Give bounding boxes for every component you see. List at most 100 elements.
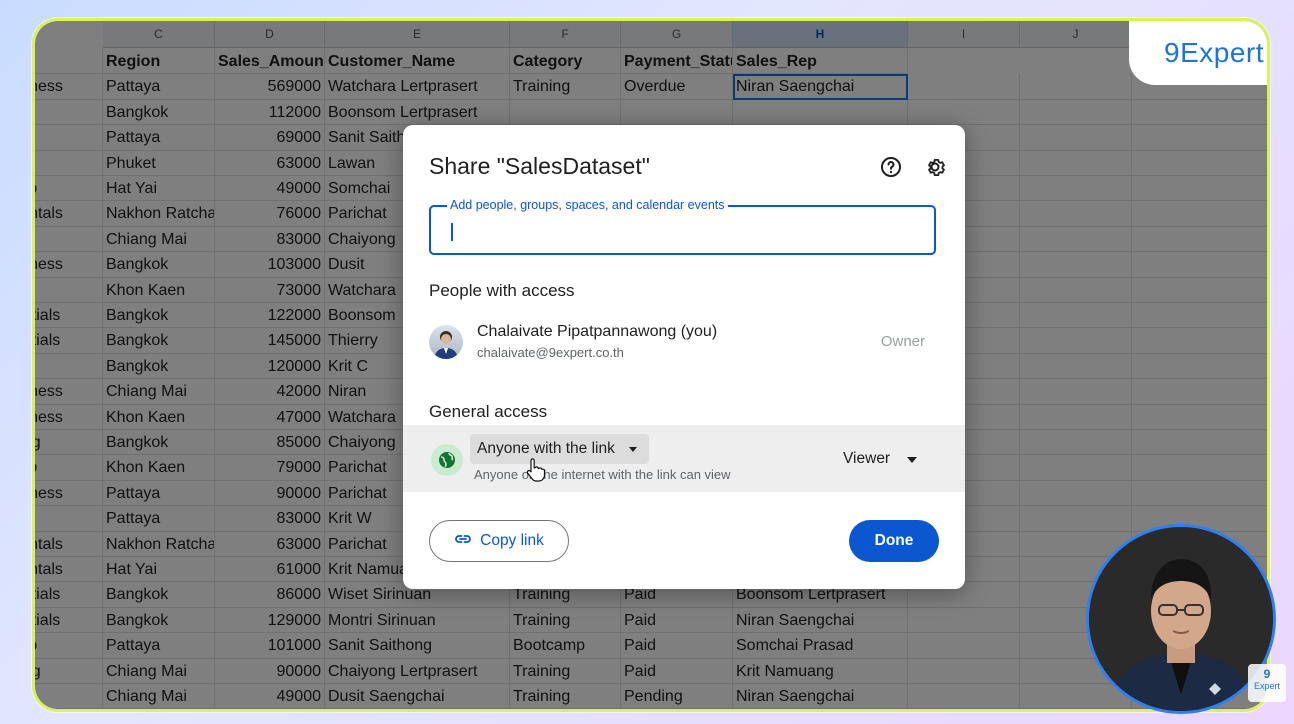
copy-link-button[interactable]: Copy link: [429, 520, 569, 562]
table-cell[interactable]: ssentials: [35, 607, 103, 634]
table-cell[interactable]: Paid: [621, 633, 733, 659]
table-cell[interactable]: Business: [35, 480, 103, 507]
empty-cell[interactable]: [1132, 405, 1267, 430]
table-cell[interactable]: Overdue: [621, 74, 733, 100]
table-cell[interactable]: Sanit Saithong: [325, 633, 510, 659]
table-cell[interactable]: Business: [35, 404, 103, 430]
table-cell[interactable]: 86000: [215, 582, 325, 608]
table-cell[interactable]: 90000: [215, 480, 325, 507]
table-cell[interactable]: 85000: [215, 430, 325, 456]
table-cell[interactable]: ed: [35, 226, 103, 253]
column-header-c[interactable]: C: [103, 21, 215, 48]
empty-cell[interactable]: [1020, 404, 1132, 430]
empty-cell[interactable]: [1132, 430, 1267, 456]
table-cell[interactable]: Hat Yai: [103, 176, 215, 202]
empty-cell[interactable]: [1020, 150, 1132, 176]
table-cell[interactable]: o: [35, 506, 103, 532]
table-cell[interactable]: Bangkok: [103, 430, 215, 456]
table-cell[interactable]: Pattaya: [103, 633, 215, 659]
empty-cell[interactable]: [1020, 480, 1132, 507]
empty-cell[interactable]: [1020, 379, 1132, 405]
link-access-dropdown[interactable]: Anyone with the link: [470, 434, 649, 464]
table-cell[interactable]: 145000: [215, 328, 325, 354]
empty-cell[interactable]: [908, 684, 1020, 709]
table-cell[interactable]: Chiang Mai: [103, 684, 215, 709]
empty-cell[interactable]: [1020, 226, 1132, 253]
table-cell[interactable]: Business: [35, 74, 103, 100]
table-cell[interactable]: ssentials: [35, 582, 103, 608]
table-cell[interactable]: 120000: [215, 353, 325, 380]
table-cell[interactable]: [733, 99, 908, 126]
empty-cell[interactable]: [1020, 455, 1132, 481]
empty-cell[interactable]: [1020, 125, 1132, 151]
table-cell[interactable]: 129000: [215, 607, 325, 634]
table-cell[interactable]: Training: [510, 658, 621, 684]
empty-cell[interactable]: [1020, 277, 1132, 303]
table-cell[interactable]: aining: [35, 658, 103, 684]
table-cell[interactable]: ssentials: [35, 303, 103, 329]
header-cell[interactable]: [35, 49, 103, 75]
done-button[interactable]: Done: [849, 520, 939, 562]
empty-cell[interactable]: [1132, 278, 1267, 303]
empty-cell[interactable]: [1132, 176, 1267, 202]
table-cell[interactable]: Pattaya: [103, 480, 215, 507]
table-cell[interactable]: Bangkok: [103, 303, 215, 329]
empty-cell[interactable]: [1020, 74, 1132, 100]
empty-cell[interactable]: [1020, 252, 1132, 278]
table-cell[interactable]: Boonsom Lertprasert: [325, 99, 510, 126]
table-cell[interactable]: Bangkok: [103, 607, 215, 634]
table-cell[interactable]: 76000: [215, 201, 325, 227]
table-cell[interactable]: camp: [35, 633, 103, 659]
table-cell[interactable]: [35, 125, 103, 151]
empty-cell[interactable]: [908, 658, 1020, 684]
table-cell[interactable]: Niran Saengchai: [733, 74, 908, 100]
empty-cell[interactable]: [1132, 125, 1267, 151]
column-header-h[interactable]: H: [733, 21, 908, 48]
table-cell[interactable]: Chiang Mai: [103, 226, 215, 253]
table-cell[interactable]: [35, 277, 103, 303]
empty-cell[interactable]: [1132, 227, 1267, 253]
table-cell[interactable]: Niran Saengchai: [733, 684, 908, 709]
empty-cell[interactable]: [1132, 481, 1267, 507]
table-cell[interactable]: Pattaya: [103, 74, 215, 100]
empty-cell[interactable]: [908, 633, 1020, 659]
header-cell[interactable]: Sales_Amount: [215, 49, 325, 75]
empty-cell[interactable]: [908, 99, 1020, 126]
table-cell[interactable]: camp: [35, 455, 103, 481]
table-cell[interactable]: [35, 150, 103, 176]
table-cell[interactable]: 112000: [215, 99, 325, 126]
table-cell[interactable]: 101000: [215, 633, 325, 659]
table-cell[interactable]: amentals: [35, 557, 103, 583]
table-cell[interactable]: Khon Kaen: [103, 277, 215, 303]
table-cell[interactable]: 79000: [215, 455, 325, 481]
table-cell[interactable]: Pattaya: [103, 506, 215, 532]
empty-cell[interactable]: [1020, 201, 1132, 227]
table-cell[interactable]: 47000: [215, 404, 325, 430]
empty-cell[interactable]: [1132, 379, 1267, 405]
header-cell[interactable]: Payment_Status: [621, 49, 733, 75]
table-cell[interactable]: ed: [35, 99, 103, 126]
table-cell[interactable]: 49000: [215, 176, 325, 202]
empty-cell[interactable]: [1020, 303, 1132, 329]
gear-icon[interactable]: [923, 155, 947, 179]
empty-cell[interactable]: [1020, 506, 1132, 532]
table-cell[interactable]: aining: [35, 430, 103, 456]
table-cell[interactable]: 83000: [215, 506, 325, 532]
table-cell[interactable]: 63000: [215, 531, 325, 557]
table-cell[interactable]: ssentials: [35, 328, 103, 354]
empty-cell[interactable]: [1020, 353, 1132, 380]
empty-cell[interactable]: [1132, 201, 1267, 227]
table-cell[interactable]: Chiang Mai: [103, 379, 215, 405]
table-cell[interactable]: 90000: [215, 658, 325, 684]
column-header-g[interactable]: G: [621, 21, 733, 48]
table-cell[interactable]: Hat Yai: [103, 557, 215, 583]
empty-cell[interactable]: [1020, 176, 1132, 202]
column-header-e[interactable]: E: [325, 21, 510, 48]
add-people-input[interactable]: Add people, groups, spaces, and calendar…: [429, 198, 936, 255]
link-role-dropdown[interactable]: Viewer: [843, 450, 890, 468]
table-cell[interactable]: Business: [35, 379, 103, 405]
empty-cell[interactable]: [1132, 100, 1267, 126]
table-cell[interactable]: 83000: [215, 226, 325, 253]
table-cell[interactable]: Chaiyong Lertprasert: [325, 658, 510, 684]
table-cell[interactable]: Bangkok: [103, 353, 215, 380]
